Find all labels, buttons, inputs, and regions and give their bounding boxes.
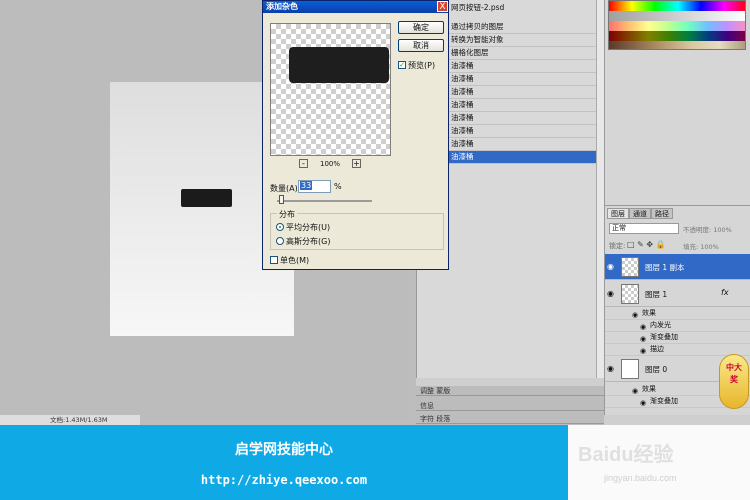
promo-badge-text: 中大奖 <box>726 363 742 384</box>
preview-zoom-label: 100% <box>320 160 341 168</box>
layer-row-copy[interactable]: ◉ 图层 1 副本 <box>605 254 750 280</box>
monochrome-label: 单色(M) <box>280 256 310 265</box>
swatch-grid[interactable] <box>608 0 746 50</box>
layers-toolbar <box>604 415 750 425</box>
tab-info[interactable]: 信息 <box>416 401 604 411</box>
layer-thumbnail <box>621 284 639 304</box>
zoom-in-button[interactable]: + <box>352 159 361 168</box>
watermark-url: jingyan.baidu.com <box>604 473 677 483</box>
layer-name: 图层 1 副本 <box>645 263 685 272</box>
amount-unit: % <box>334 182 342 191</box>
blend-mode-select[interactable]: 正常 <box>609 223 679 234</box>
fx-icon[interactable]: fx <box>721 288 729 297</box>
distribution-title: 分布 <box>277 209 297 220</box>
footer-banner: 启学网技能中心 http://zhiye.qeexoo.com <box>0 425 568 500</box>
amount-slider-track[interactable] <box>277 200 372 202</box>
eye-icon[interactable]: ◉ <box>640 397 646 409</box>
amount-slider-thumb[interactable] <box>279 195 284 204</box>
banner-url: http://zhiye.qeexoo.com <box>200 473 368 487</box>
canvas-button-shape <box>181 189 232 207</box>
amount-label: 数量(A): <box>270 184 301 193</box>
tab-character[interactable]: 字符 段落 <box>416 414 604 424</box>
preview-checkbox-label: 预览(P) <box>408 61 436 70</box>
tab-adjustments[interactable]: 调整 蒙版 <box>416 386 604 396</box>
uniform-radio-label: 平均分布(U) <box>286 223 331 232</box>
uniform-radio[interactable] <box>276 223 284 231</box>
swatches-panel <box>604 0 750 205</box>
watermark-logo: Baidu经验 <box>578 444 674 466</box>
filter-preview[interactable] <box>270 23 391 156</box>
radio-selected-dot <box>279 226 281 228</box>
layer-thumbnail <box>621 257 639 277</box>
cancel-button[interactable]: 取消 <box>398 39 444 52</box>
eye-icon[interactable]: ◉ <box>607 263 616 271</box>
ok-button[interactable]: 确定 <box>398 21 444 34</box>
add-noise-dialog: 添加杂色 X - 100% + 确定 取消 ✓ 预览(P) 数量(A): 33 … <box>262 0 449 270</box>
lock-label: 锁定: <box>609 242 626 250</box>
document-status-bar: 文档:1.43M/1.63M <box>0 415 140 425</box>
history-scrollbar[interactable] <box>596 0 604 378</box>
opacity-field[interactable]: 不透明度: 100% <box>683 224 732 234</box>
fill-field[interactable]: 填充: 100% <box>683 241 719 251</box>
layer-name: 图层 1 <box>645 290 668 299</box>
lock-icons[interactable]: □ ✎ ✥ 🔒 <box>627 240 666 249</box>
close-button[interactable]: X <box>437 1 448 12</box>
history-file-label: 网页按钮-2.psd <box>451 3 505 12</box>
zoom-out-button[interactable]: - <box>299 159 308 168</box>
gaussian-radio-label: 高斯分布(G) <box>286 237 331 246</box>
monochrome-checkbox[interactable] <box>270 256 278 264</box>
banner-title: 启学网技能中心 <box>235 442 333 458</box>
tab-channels[interactable]: 通道 <box>629 208 651 219</box>
eye-icon[interactable]: ◉ <box>607 365 616 373</box>
eye-icon[interactable]: ◉ <box>607 290 616 298</box>
tab-layers[interactable]: 图层 <box>607 208 629 219</box>
preview-button-shape <box>289 47 389 83</box>
amount-input[interactable]: 33 <box>298 180 331 193</box>
history-toolbar <box>416 378 604 386</box>
tab-paths[interactable]: 路径 <box>651 208 673 219</box>
dialog-title: 添加杂色 <box>263 1 448 13</box>
layer-row-1[interactable]: ◉ 图层 1 fx <box>605 281 750 307</box>
layer-thumbnail <box>621 359 639 379</box>
gaussian-radio[interactable] <box>276 237 284 245</box>
preview-checkbox[interactable]: ✓ <box>398 61 406 69</box>
layer-name: 图层 0 <box>645 365 668 374</box>
